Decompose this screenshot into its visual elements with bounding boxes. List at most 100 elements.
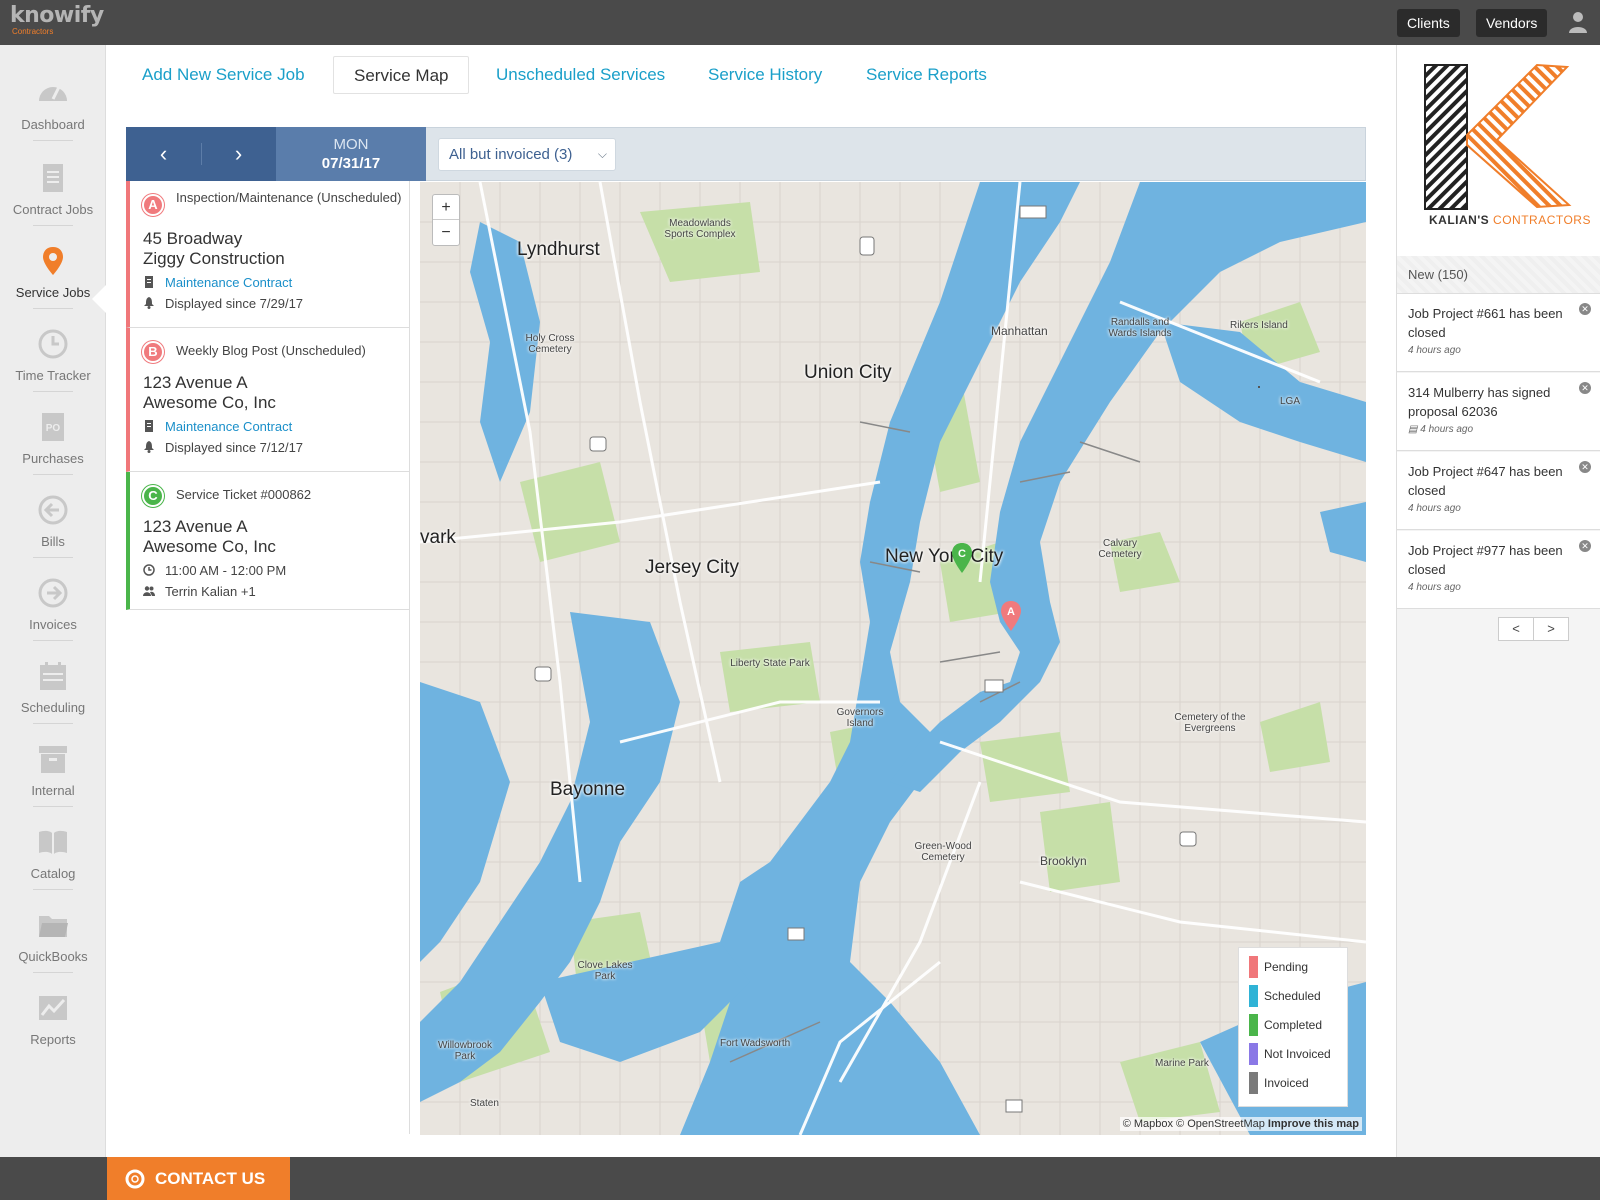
map-label-manhattan: Manhattan: [991, 324, 1048, 338]
clients-button[interactable]: Clients: [1397, 9, 1460, 37]
improve-map-link[interactable]: Improve this map: [1268, 1118, 1359, 1130]
clock-icon: [38, 329, 68, 359]
job-since: Displayed since 7/12/17: [143, 439, 403, 457]
bell-icon: [144, 297, 154, 309]
job-type: Service Ticket #000862: [176, 487, 312, 502]
nav-service-jobs[interactable]: Service Jobs: [0, 223, 106, 308]
nav-label: Bills: [41, 534, 65, 549]
map-label-clove-lakes: Clove Lakes Park: [577, 960, 633, 982]
contact-us-button[interactable]: CONTACT US: [107, 1157, 290, 1200]
app-logo[interactable]: knowify Contractors: [10, 4, 104, 36]
nav-contract-jobs[interactable]: Contract Jobs: [0, 140, 106, 225]
legend-item-completed: Completed: [1249, 1014, 1337, 1043]
notification-item[interactable]: Job Project #977 has been closed 4 hours…: [1397, 531, 1600, 609]
arrow-left-circle-icon: [38, 495, 68, 525]
brand-k-logo: [1424, 63, 1572, 210]
marker-badge: B: [142, 341, 164, 363]
notifications-next-button[interactable]: >: [1533, 617, 1569, 641]
clock-icon: [143, 564, 155, 576]
map-label-bayonne: Bayonne: [550, 779, 626, 800]
map-label-willowbrook: Willowbrook Park: [438, 1040, 492, 1062]
nav-quickbooks[interactable]: QuickBooks: [0, 887, 106, 972]
close-icon[interactable]: ✕: [1579, 461, 1591, 473]
nav-internal[interactable]: Internal: [0, 721, 106, 806]
list-item[interactable]: A Inspection/Maintenance (Unscheduled) 4…: [126, 181, 410, 328]
zoom-out-button[interactable]: −: [433, 220, 459, 245]
map-legend: Pending Scheduled Completed Not Invoiced…: [1238, 947, 1348, 1107]
job-client: Ziggy Construction: [143, 249, 285, 268]
map-marker-c[interactable]: C: [951, 543, 973, 573]
tab-service-history[interactable]: Service History: [688, 56, 842, 94]
tab-service-reports[interactable]: Service Reports: [846, 56, 1007, 94]
document-icon: ▤: [1408, 424, 1421, 435]
nav-label: Contract Jobs: [12, 202, 94, 217]
nav-label: Catalog: [30, 866, 76, 881]
nav-label: Dashboard: [21, 117, 85, 132]
attribution-text[interactable]: © Mapbox © OpenStreetMap: [1123, 1118, 1265, 1130]
time-text: 11:00 AM - 12:00 PM: [165, 563, 287, 578]
logo-text: knowify: [10, 3, 104, 28]
nav-dashboard[interactable]: Dashboard: [0, 55, 106, 140]
job-client: Awesome Co, Inc: [143, 393, 276, 412]
nav-catalog[interactable]: Catalog: [0, 804, 106, 889]
date-value: 07/31/17: [321, 155, 381, 172]
close-icon[interactable]: ✕: [1579, 303, 1591, 315]
nav-bills[interactable]: Bills: [0, 472, 106, 557]
nav-label: Time Tracker: [15, 368, 91, 383]
contract-link[interactable]: Maintenance Contract: [165, 419, 292, 434]
user-icon[interactable]: [1568, 11, 1588, 33]
legend-item-pending: Pending: [1249, 956, 1337, 985]
notifications-prev-button[interactable]: <: [1498, 617, 1534, 641]
notification-item[interactable]: 314 Mulberry has signed proposal 62036 ▤…: [1397, 373, 1600, 451]
list-item[interactable]: C Service Ticket #000862 123 Avenue A Aw…: [126, 472, 410, 610]
filter-value: All but invoiced (3): [449, 146, 573, 163]
close-icon[interactable]: ✕: [1579, 382, 1591, 394]
nav-label: Invoices: [29, 617, 77, 632]
nav-invoices[interactable]: Invoices: [0, 555, 106, 640]
since-text: Displayed since 7/29/17: [165, 296, 304, 311]
nav-scheduling[interactable]: Scheduling: [0, 638, 106, 723]
nav-time-tracker[interactable]: Time Tracker: [0, 306, 106, 391]
top-bar: knowify Contractors Clients Vendors: [0, 0, 1600, 45]
nav-reports[interactable]: Reports: [0, 970, 106, 1055]
status-filter-select[interactable]: All but invoiced (3) ⌵: [438, 138, 616, 171]
map-canvas: [420, 182, 1366, 1135]
nav-label: Purchases: [22, 451, 84, 466]
notification-title: 314 Mulberry has signed proposal 62036: [1408, 385, 1551, 419]
map-label-green-wood: Green-Wood Cemetery: [914, 841, 972, 863]
list-item[interactable]: B Weekly Blog Post (Unscheduled) 123 Ave…: [126, 328, 410, 472]
job-client: Awesome Co, Inc: [143, 537, 276, 556]
prev-day-button[interactable]: ‹: [126, 127, 201, 181]
map-label-randalls: Randalls and Wards Islands: [1108, 317, 1172, 339]
vendors-button[interactable]: Vendors: [1476, 9, 1548, 37]
nav-purchases[interactable]: PO Purchases: [0, 389, 106, 474]
service-map[interactable]: Lyndhurst Union City Jersey City New Yor…: [420, 182, 1366, 1135]
job-list: A Inspection/Maintenance (Unscheduled) 4…: [126, 181, 410, 1134]
tab-service-map[interactable]: Service Map: [333, 56, 470, 94]
notification-title: Job Project #661 has been closed: [1408, 306, 1563, 340]
map-marker-a[interactable]: A: [1000, 601, 1022, 631]
tab-unscheduled-services[interactable]: Unscheduled Services: [476, 56, 685, 94]
next-day-button[interactable]: ›: [201, 127, 276, 181]
zoom-in-button[interactable]: +: [433, 195, 459, 220]
folder-icon: [39, 916, 68, 937]
document-icon: [145, 420, 153, 432]
notification-time: 4 hours ago: [1408, 503, 1461, 514]
map-label-governors-island: Governors Island: [836, 707, 884, 729]
po-icon: PO: [42, 413, 64, 441]
book-icon: [39, 830, 67, 854]
notification-item[interactable]: Job Project #661 has been closed 4 hours…: [1397, 294, 1600, 372]
brand-name: KALIAN'S CONTRACTORS: [1429, 213, 1591, 227]
company-logo: KALIAN'S CONTRACTORS: [1397, 45, 1600, 256]
tab-add-new-service-job[interactable]: Add New Service Job: [122, 56, 325, 94]
date-display[interactable]: MON 07/31/17: [276, 127, 426, 181]
document-icon: [43, 164, 63, 192]
svg-text:PO: PO: [46, 423, 61, 434]
notifications-panel: KALIAN'S CONTRACTORS New (150) Job Proje…: [1396, 45, 1600, 1157]
notification-title: Job Project #977 has been closed: [1408, 543, 1563, 577]
notification-item[interactable]: Job Project #647 has been closed 4 hours…: [1397, 452, 1600, 530]
close-icon[interactable]: ✕: [1579, 540, 1591, 552]
svg-text:C: C: [958, 548, 966, 560]
notification-title: Job Project #647 has been closed: [1408, 464, 1563, 498]
contract-link[interactable]: Maintenance Contract: [165, 275, 292, 290]
